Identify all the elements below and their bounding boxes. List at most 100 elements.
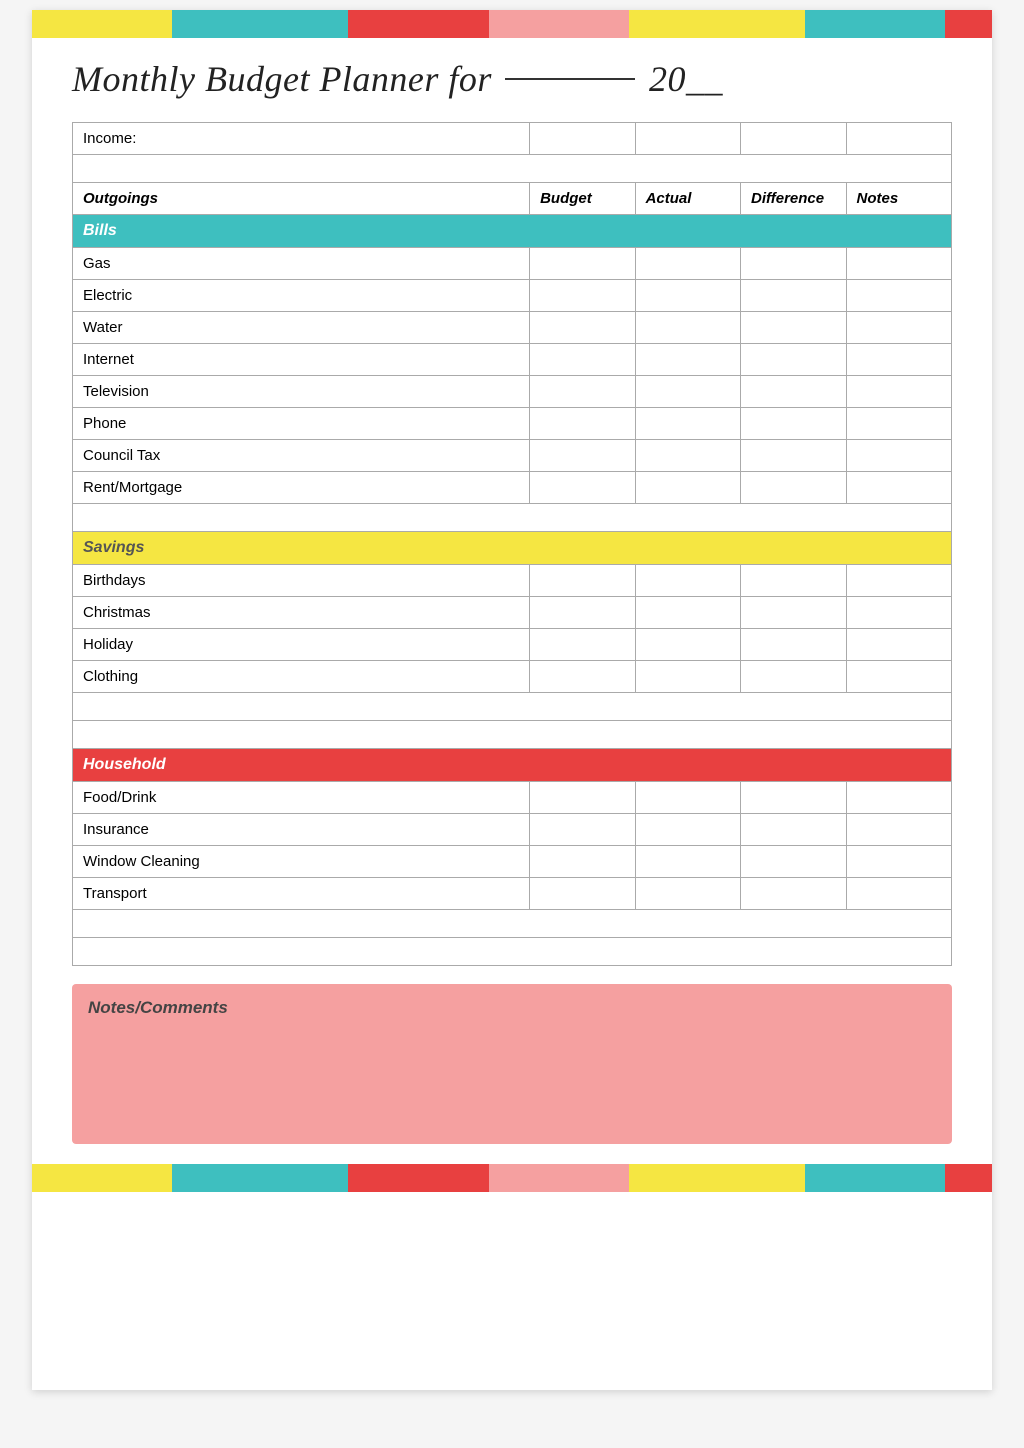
color-bar-segment — [32, 1164, 172, 1192]
color-bar-segment — [172, 1164, 348, 1192]
row-budget-phone — [530, 408, 635, 440]
table-row: Window Cleaning — [73, 846, 952, 878]
spacer-row — [73, 693, 952, 721]
row-budget-window — [530, 846, 635, 878]
row-diff-food — [741, 782, 846, 814]
row-label-electric: Electric — [73, 280, 530, 312]
row-notes-christmas — [846, 597, 952, 629]
col-budget-header: Budget — [530, 183, 635, 215]
row-label-water: Water — [73, 312, 530, 344]
row-notes-birthdays — [846, 565, 952, 597]
notes-comments-box: Notes/Comments — [72, 984, 952, 1144]
row-budget-christmas — [530, 597, 635, 629]
row-budget-gas — [530, 248, 635, 280]
table-row: Christmas — [73, 597, 952, 629]
table-row: Gas — [73, 248, 952, 280]
row-label-television: Television — [73, 376, 530, 408]
top-color-bar — [32, 10, 992, 38]
color-bar-segment — [489, 10, 629, 38]
row-diff-rent — [741, 472, 846, 504]
spacer-row — [73, 910, 952, 938]
row-diff-water — [741, 312, 846, 344]
table-row: Internet — [73, 344, 952, 376]
row-label-insurance: Insurance — [73, 814, 530, 846]
row-actual-food — [635, 782, 740, 814]
row-label-window-cleaning: Window Cleaning — [73, 846, 530, 878]
row-actual-window — [635, 846, 740, 878]
col-difference-header: Difference — [741, 183, 846, 215]
row-label-food-drink: Food/Drink — [73, 782, 530, 814]
table-row: Council Tax — [73, 440, 952, 472]
color-bar-segment — [629, 10, 805, 38]
color-bar-segment — [172, 10, 348, 38]
row-actual-phone — [635, 408, 740, 440]
row-budget-transport — [530, 878, 635, 910]
row-diff-holiday — [741, 629, 846, 661]
row-actual-christmas — [635, 597, 740, 629]
row-budget-food — [530, 782, 635, 814]
color-bar-segment — [805, 1164, 945, 1192]
row-label-holiday: Holiday — [73, 629, 530, 661]
household-section-header: Household — [73, 749, 952, 782]
income-diff-cell — [741, 123, 846, 155]
color-bar-segment — [32, 10, 172, 38]
row-actual-gas — [635, 248, 740, 280]
table-row: Food/Drink — [73, 782, 952, 814]
table-row: Holiday — [73, 629, 952, 661]
row-label-phone: Phone — [73, 408, 530, 440]
table-row: Rent/Mortgage — [73, 472, 952, 504]
color-bar-segment — [348, 1164, 488, 1192]
row-actual-council-tax — [635, 440, 740, 472]
row-label-rent-mortgage: Rent/Mortgage — [73, 472, 530, 504]
table-row: Transport — [73, 878, 952, 910]
row-budget-rent — [530, 472, 635, 504]
table-row: Television — [73, 376, 952, 408]
row-actual-birthdays — [635, 565, 740, 597]
row-notes-council-tax — [846, 440, 952, 472]
row-notes-gas — [846, 248, 952, 280]
color-bar-segment — [945, 10, 992, 38]
table-row: Phone — [73, 408, 952, 440]
row-diff-council-tax — [741, 440, 846, 472]
row-label-internet: Internet — [73, 344, 530, 376]
spacer-row — [73, 155, 952, 183]
budget-table: Income: Outgoings Budget Actual Differen… — [72, 122, 952, 966]
row-label-birthdays: Birthdays — [73, 565, 530, 597]
table-row: Clothing — [73, 661, 952, 693]
spacer-row — [73, 938, 952, 966]
table-row: Insurance — [73, 814, 952, 846]
row-budget-holiday — [530, 629, 635, 661]
row-actual-water — [635, 312, 740, 344]
row-actual-rent — [635, 472, 740, 504]
row-actual-television — [635, 376, 740, 408]
bills-section-header: Bills — [73, 215, 952, 248]
income-budget-cell — [530, 123, 635, 155]
row-diff-electric — [741, 280, 846, 312]
color-bar-segment — [805, 10, 945, 38]
row-actual-electric — [635, 280, 740, 312]
row-notes-window — [846, 846, 952, 878]
row-notes-holiday — [846, 629, 952, 661]
row-notes-transport — [846, 878, 952, 910]
income-actual-cell — [635, 123, 740, 155]
household-label: Household — [73, 749, 952, 782]
row-diff-gas — [741, 248, 846, 280]
row-notes-water — [846, 312, 952, 344]
row-diff-birthdays — [741, 565, 846, 597]
row-actual-holiday — [635, 629, 740, 661]
table-row: Electric — [73, 280, 952, 312]
row-budget-water — [530, 312, 635, 344]
color-bar-segment — [945, 1164, 992, 1192]
savings-label: Savings — [73, 532, 952, 565]
table-row: Water — [73, 312, 952, 344]
row-diff-window — [741, 846, 846, 878]
table-row: Birthdays — [73, 565, 952, 597]
income-row: Income: — [73, 123, 952, 155]
title-text: Monthly Budget Planner for — [72, 59, 492, 99]
row-budget-electric — [530, 280, 635, 312]
row-notes-food — [846, 782, 952, 814]
row-diff-internet — [741, 344, 846, 376]
row-label-clothing: Clothing — [73, 661, 530, 693]
row-budget-television — [530, 376, 635, 408]
row-actual-internet — [635, 344, 740, 376]
